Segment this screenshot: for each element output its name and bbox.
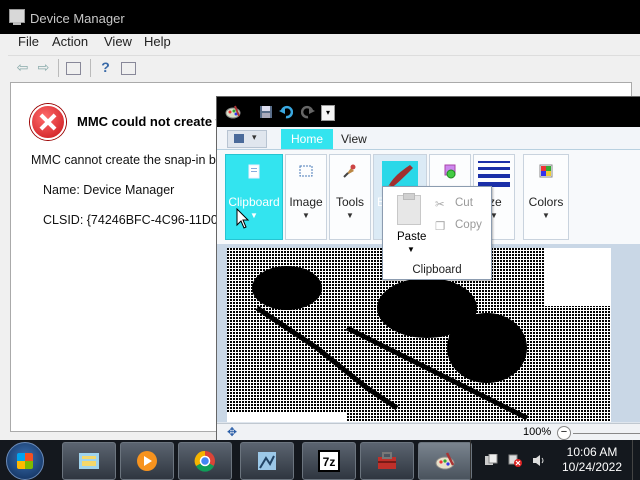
taskbar: 7z 10:06 AM 10/24/2022 bbox=[0, 440, 640, 480]
action-pane-icon[interactable] bbox=[121, 62, 136, 75]
volume-icon[interactable] bbox=[532, 454, 546, 467]
tab-view[interactable]: View bbox=[341, 129, 367, 149]
select-icon bbox=[299, 165, 313, 177]
tools-group-button[interactable]: Tools ▼ bbox=[329, 154, 371, 240]
copy-icon: ❐ bbox=[435, 221, 446, 233]
action-center-icon[interactable] bbox=[484, 454, 498, 467]
error-name-line: Name: Device Manager bbox=[43, 183, 175, 197]
clock-date: 10/24/2022 bbox=[561, 460, 623, 474]
cut-button[interactable]: Cut bbox=[455, 197, 473, 209]
colors-label: Colors bbox=[528, 195, 564, 209]
taskbar-app-toolbox[interactable] bbox=[360, 442, 414, 480]
colors-group-button[interactable]: Colors ▼ bbox=[523, 154, 569, 240]
paint-icon bbox=[435, 452, 455, 470]
chevron-down-icon: ▼ bbox=[346, 211, 354, 220]
console-tree-icon[interactable] bbox=[66, 62, 81, 75]
clock-time: 10:06 AM bbox=[566, 445, 618, 459]
move-cursor-icon: ✥ bbox=[227, 425, 238, 439]
chevron-down-icon: ▼ bbox=[542, 211, 550, 220]
svg-text:7z: 7z bbox=[323, 455, 336, 469]
save-icon[interactable] bbox=[259, 105, 273, 119]
menu-action[interactable]: Action bbox=[52, 34, 88, 49]
taskbar-app-7zip[interactable]: 7z bbox=[302, 442, 356, 480]
show-desktop-button[interactable] bbox=[632, 440, 640, 480]
toolbar: ⇦ ⇨ ? bbox=[8, 55, 640, 80]
chevron-down-icon[interactable]: ▼ bbox=[407, 245, 415, 254]
line-size-icon bbox=[478, 161, 510, 187]
error-icon bbox=[30, 104, 66, 140]
device-manager-title: Device Manager bbox=[30, 11, 125, 26]
ribbon-tabs: Home View bbox=[217, 127, 640, 149]
zoom-out-button[interactable]: − bbox=[557, 426, 571, 440]
tools-label: Tools bbox=[335, 195, 364, 209]
clipboard-group-button[interactable]: Clipboard ▼ bbox=[225, 154, 283, 240]
help-icon[interactable]: ? bbox=[97, 59, 114, 76]
paint-titlebar[interactable]: ▾ bbox=[217, 97, 640, 127]
toolbar-divider bbox=[58, 59, 59, 77]
back-arrow-icon[interactable]: ⇦ bbox=[14, 59, 31, 76]
sticky-notes-icon bbox=[79, 453, 99, 469]
image-group-button[interactable]: Image ▼ bbox=[285, 154, 327, 240]
media-player-icon bbox=[137, 451, 157, 471]
colors-icon bbox=[539, 164, 553, 178]
clipboard-group-label: Clipboard bbox=[412, 264, 462, 276]
menu-file[interactable]: File bbox=[18, 34, 39, 49]
error-clsid-line: CLSID: {74246BFC-4C96-11D0-AE bbox=[43, 213, 239, 227]
zoom-level: 100% bbox=[523, 426, 552, 438]
tools-icon bbox=[343, 164, 356, 178]
paint-file-icon bbox=[258, 452, 276, 470]
clipboard-icon bbox=[248, 164, 260, 179]
menu-view[interactable]: View bbox=[104, 34, 132, 49]
menu-bar: File Action View Help bbox=[8, 34, 640, 54]
network-error-icon[interactable] bbox=[508, 454, 522, 467]
forward-arrow-icon[interactable]: ⇨ bbox=[35, 59, 52, 76]
zoom-slider[interactable] bbox=[573, 433, 640, 434]
scissors-icon: ✂ bbox=[435, 199, 445, 211]
error-message: MMC cannot create the snap-in be bbox=[31, 153, 223, 167]
undo-icon[interactable] bbox=[279, 105, 293, 119]
mouse-cursor-icon bbox=[236, 208, 250, 229]
system-clock[interactable]: 10:06 AM 10/24/2022 bbox=[556, 445, 628, 475]
customize-qat-icon[interactable]: ▾ bbox=[321, 105, 335, 121]
error-title: MMC could not create th bbox=[77, 114, 228, 129]
start-button[interactable] bbox=[6, 442, 44, 480]
7zip-icon: 7z bbox=[318, 450, 340, 472]
chevron-down-icon: ▼ bbox=[250, 211, 258, 220]
menu-help[interactable]: Help bbox=[144, 34, 171, 49]
tray-divider bbox=[470, 440, 471, 480]
taskbar-app-paint[interactable] bbox=[418, 442, 472, 480]
paste-label[interactable]: Paste bbox=[397, 231, 426, 243]
file-menu-button[interactable] bbox=[227, 130, 267, 148]
taskbar-app-chrome[interactable] bbox=[178, 442, 232, 480]
clipboard-dropdown: Paste ▼ ✂ Cut ❐ Copy Clipboard bbox=[382, 186, 492, 280]
taskbar-app-sticky-notes[interactable] bbox=[62, 442, 116, 480]
chevron-down-icon: ▼ bbox=[302, 211, 310, 220]
redo-icon[interactable] bbox=[301, 105, 315, 119]
toolbox-icon bbox=[378, 452, 396, 469]
shapes-icon bbox=[444, 164, 456, 179]
taskbar-app-media-player[interactable] bbox=[120, 442, 174, 480]
copy-button[interactable]: Copy bbox=[455, 219, 482, 231]
image-label: Image bbox=[289, 195, 323, 209]
device-manager-titlebar[interactable]: Device Manager bbox=[0, 0, 640, 34]
toolbar-divider bbox=[90, 59, 91, 77]
tab-home[interactable]: Home bbox=[281, 129, 333, 149]
paint-palette-icon bbox=[225, 105, 241, 119]
device-manager-icon bbox=[9, 9, 25, 25]
paste-icon[interactable] bbox=[397, 193, 421, 225]
clipboard-label: Clipboard bbox=[228, 195, 280, 209]
chrome-icon bbox=[194, 450, 215, 472]
taskbar-app-paint-file[interactable] bbox=[240, 442, 294, 480]
